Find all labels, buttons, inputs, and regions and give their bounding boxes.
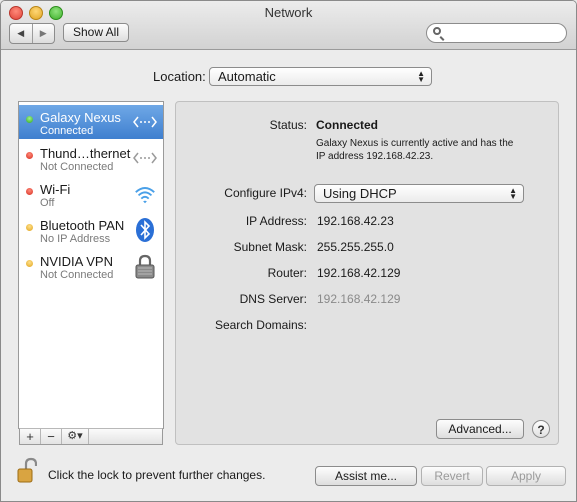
subnet-mask-label: Subnet Mask: xyxy=(233,240,307,254)
service-list-toolbar: + − ⚙▾ xyxy=(19,428,163,445)
wifi-icon xyxy=(133,183,157,205)
service-status: Off xyxy=(40,197,55,209)
status-description-line1: Galaxy Nexus is currently active and has… xyxy=(316,138,514,149)
service-item-galaxy-nexus[interactable]: Galaxy Nexus Connected xyxy=(19,105,163,139)
back-button[interactable]: ◀ xyxy=(10,24,33,43)
status-dot-icon xyxy=(26,260,33,267)
service-status: Not Connected xyxy=(40,269,114,281)
remove-service-button[interactable]: − xyxy=(41,429,62,444)
bluetooth-icon xyxy=(133,218,157,242)
service-status: Not Connected xyxy=(40,161,114,173)
revert-button[interactable]: Revert xyxy=(421,466,483,486)
window-title: Network xyxy=(264,5,313,20)
configure-ipv4-popup[interactable]: Using DHCP ▲ ▼ xyxy=(314,184,524,203)
status-dot-icon xyxy=(26,116,33,123)
gear-menu-button[interactable]: ⚙▾ xyxy=(62,429,89,444)
status-label: Status: xyxy=(269,118,307,132)
router-value: 192.168.42.129 xyxy=(317,266,401,280)
service-item-thunderbolt-ethernet[interactable]: Thund…thernet Not Connected xyxy=(19,141,163,175)
popup-arrows-icon: ▲ ▼ xyxy=(417,69,425,84)
subnet-mask-value: 255.255.255.0 xyxy=(317,240,394,254)
lock-icon[interactable] xyxy=(17,457,38,483)
lock-message: Click the lock to prevent further change… xyxy=(48,468,266,482)
service-name: Bluetooth PAN xyxy=(40,218,125,233)
titlebar: Network ◀ ▶ Show All xyxy=(1,1,576,50)
service-status: Connected xyxy=(40,125,94,137)
service-item-wifi[interactable]: Wi-Fi Off xyxy=(19,177,163,211)
service-status: No IP Address xyxy=(40,233,111,245)
location-label: Location: xyxy=(153,69,206,84)
dns-server-value: 192.168.42.129 xyxy=(317,292,401,306)
service-name: Thund…thernet xyxy=(40,146,131,161)
service-item-nvidia-vpn[interactable]: NVIDIA VPN Not Connected xyxy=(19,249,163,283)
ip-address-label: IP Address: xyxy=(245,214,307,228)
status-value: Connected xyxy=(316,118,379,132)
configure-ipv4-value: Using DHCP xyxy=(323,186,397,201)
apply-button[interactable]: Apply xyxy=(486,466,566,486)
search-input[interactable] xyxy=(426,23,567,43)
configure-ipv4-label: Configure IPv4: xyxy=(224,186,307,200)
network-window: Network ◀ ▶ Show All Location: Automatic… xyxy=(0,0,577,502)
status-description-line2: IP address 192.168.42.23. xyxy=(316,151,434,162)
ip-address-value: 192.168.42.23 xyxy=(317,214,394,228)
service-item-bluetooth-pan[interactable]: Bluetooth PAN No IP Address xyxy=(19,213,163,247)
show-all-button[interactable]: Show All xyxy=(63,23,129,42)
search-domains-label: Search Domains: xyxy=(214,318,307,332)
help-button[interactable]: ? xyxy=(532,420,550,438)
detail-panel: Status: Connected Galaxy Nexus is curren… xyxy=(175,101,559,445)
forward-button[interactable]: ▶ xyxy=(33,24,55,43)
service-name: NVIDIA VPN xyxy=(40,254,113,269)
status-dot-icon xyxy=(26,224,33,231)
search-icon xyxy=(433,27,441,35)
status-dot-icon xyxy=(26,188,33,195)
dns-server-label: DNS Server: xyxy=(239,292,307,306)
service-name: Galaxy Nexus xyxy=(40,110,121,125)
nav-back-forward: ◀ ▶ xyxy=(9,23,55,44)
location-value: Automatic xyxy=(218,69,276,84)
ethernet-icon xyxy=(133,147,157,169)
vpn-lock-icon xyxy=(133,254,157,279)
location-popup[interactable]: Automatic ▲ ▼ xyxy=(209,67,432,86)
add-service-button[interactable]: + xyxy=(20,429,41,444)
service-name: Wi-Fi xyxy=(40,182,71,197)
advanced-button[interactable]: Advanced... xyxy=(436,419,524,439)
status-dot-icon xyxy=(26,152,33,159)
popup-arrows-icon: ▲ ▼ xyxy=(509,186,517,201)
service-list: Galaxy Nexus Connected Thund…thernet Not… xyxy=(18,101,164,429)
router-label: Router: xyxy=(267,266,307,280)
assist-me-button[interactable]: Assist me... xyxy=(315,466,417,486)
usb-ethernet-icon xyxy=(133,111,157,133)
